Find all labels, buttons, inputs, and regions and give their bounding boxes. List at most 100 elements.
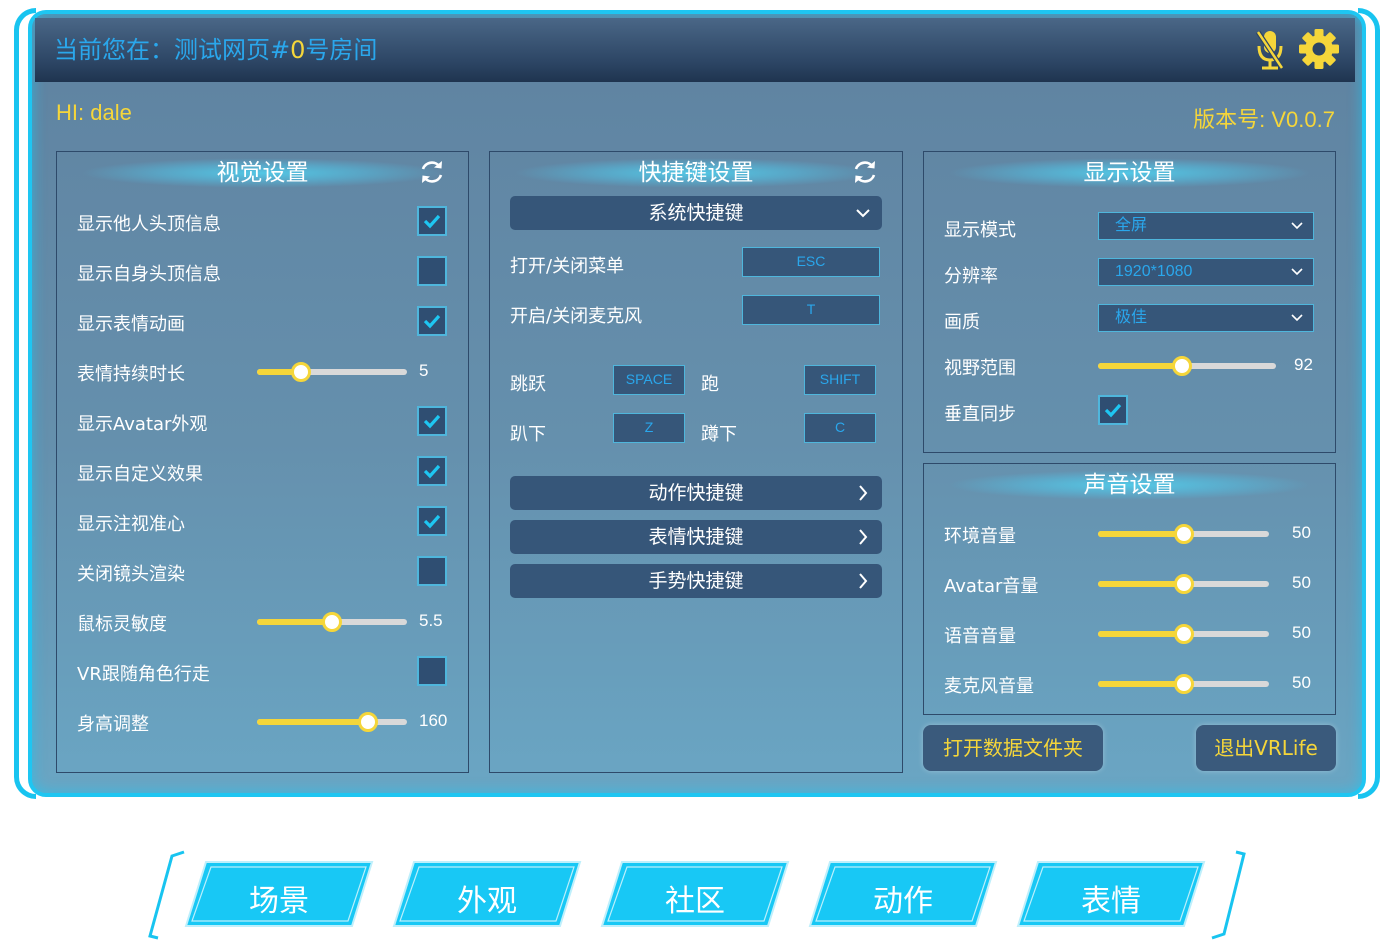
visual-setting-checkbox[interactable] bbox=[417, 456, 447, 486]
visual-setting-slider-knob[interactable] bbox=[322, 612, 342, 632]
visual-settings-title: 视觉设置 bbox=[57, 156, 468, 190]
visual-setting-slider-fill bbox=[257, 619, 332, 625]
vsync-checkbox[interactable] bbox=[1098, 395, 1128, 425]
fov-slider[interactable] bbox=[1098, 356, 1276, 376]
visual-setting-slider-knob[interactable] bbox=[358, 712, 378, 732]
action-hotkeys-button[interactable]: 动作快捷键 bbox=[510, 476, 882, 510]
visual-setting-slider[interactable] bbox=[257, 612, 407, 632]
jump-key[interactable]: SPACE bbox=[613, 365, 685, 395]
sound-setting-label: 语音音量 bbox=[944, 626, 1016, 647]
quality-select[interactable]: 极佳 bbox=[1098, 304, 1314, 332]
tab-scene[interactable]: 场景 bbox=[184, 860, 374, 928]
crouch-key[interactable]: C bbox=[804, 413, 876, 443]
fov-value: 92 bbox=[1294, 355, 1313, 374]
visual-setting-label: 显示自身头顶信息 bbox=[77, 264, 221, 285]
checkmark-icon bbox=[423, 464, 441, 479]
refresh-icon[interactable] bbox=[851, 158, 879, 186]
visual-setting-value: 5.5 bbox=[419, 611, 443, 630]
checkmark-icon bbox=[423, 214, 441, 229]
tab-community[interactable]: 社区 bbox=[600, 860, 790, 928]
visual-setting-label: 鼠标灵敏度 bbox=[77, 614, 167, 635]
gear-icon[interactable] bbox=[1297, 27, 1341, 71]
sound-volume-slider-knob[interactable] bbox=[1173, 524, 1194, 544]
chevron-down-icon bbox=[1291, 222, 1303, 230]
gesture-hotkeys-button[interactable]: 手势快捷键 bbox=[510, 564, 882, 598]
mic-toggle-label: 开启/关闭麦克风 bbox=[510, 306, 643, 327]
tab-emotes[interactable]: 表情 bbox=[1016, 860, 1206, 928]
chevron-down-icon bbox=[856, 209, 870, 218]
refresh-icon[interactable] bbox=[418, 158, 446, 186]
visual-setting-checkbox[interactable] bbox=[417, 656, 447, 686]
sound-volume-slider[interactable] bbox=[1098, 524, 1269, 544]
open-data-folder-button[interactable]: 打开数据文件夹 bbox=[923, 725, 1103, 771]
visual-setting-checkbox[interactable] bbox=[417, 206, 447, 236]
fov-slider-fill bbox=[1098, 363, 1182, 369]
sound-setting-label: 麦克风音量 bbox=[944, 676, 1034, 697]
display-settings-section: 显示设置 显示模式 全屏 分辨率 1920*1080 画质 极佳 视野范围 92… bbox=[923, 151, 1336, 453]
sound-setting-label: Avatar音量 bbox=[944, 576, 1039, 597]
sound-volume-value: 50 bbox=[1292, 523, 1311, 542]
jump-label: 跳跃 bbox=[510, 374, 546, 395]
tab-actions[interactable]: 动作 bbox=[808, 860, 998, 928]
sound-setting-label: 环境音量 bbox=[944, 526, 1016, 547]
chevron-right-icon bbox=[859, 485, 868, 501]
prone-key[interactable]: Z bbox=[613, 413, 685, 443]
visual-setting-label: 显示表情动画 bbox=[77, 314, 185, 335]
visual-setting-checkbox[interactable] bbox=[417, 306, 447, 336]
prone-label: 趴下 bbox=[510, 424, 546, 445]
sound-volume-slider-knob[interactable] bbox=[1173, 574, 1194, 594]
sound-volume-slider[interactable] bbox=[1098, 624, 1269, 644]
sound-volume-slider[interactable] bbox=[1098, 674, 1269, 694]
tab-label: 场景 bbox=[249, 884, 309, 919]
visual-setting-slider[interactable] bbox=[257, 362, 407, 382]
visual-setting-checkbox[interactable] bbox=[417, 556, 447, 586]
display-settings-title: 显示设置 bbox=[924, 156, 1335, 190]
visual-setting-checkbox[interactable] bbox=[417, 256, 447, 286]
room-number: 0 bbox=[290, 36, 306, 64]
tab-label: 动作 bbox=[873, 884, 933, 919]
visual-setting-checkbox[interactable] bbox=[417, 506, 447, 536]
visual-setting-slider-knob[interactable] bbox=[290, 362, 311, 382]
sound-volume-slider-knob[interactable] bbox=[1173, 674, 1194, 694]
visual-setting-checkbox[interactable] bbox=[417, 406, 447, 436]
sound-volume-slider-fill bbox=[1098, 581, 1184, 587]
visual-setting-value: 160 bbox=[419, 711, 448, 730]
sound-volume-slider-fill bbox=[1098, 631, 1184, 637]
checkmark-icon bbox=[423, 414, 441, 429]
tab-appearance[interactable]: 外观 bbox=[392, 860, 582, 928]
sound-volume-slider-knob[interactable] bbox=[1173, 624, 1194, 644]
visual-setting-slider[interactable] bbox=[257, 712, 407, 732]
checkmark-icon bbox=[423, 514, 441, 529]
mic-toggle-key[interactable]: T bbox=[742, 295, 880, 325]
sound-volume-value: 50 bbox=[1292, 673, 1311, 692]
resolution-select[interactable]: 1920*1080 bbox=[1098, 258, 1314, 286]
fov-slider-knob[interactable] bbox=[1171, 356, 1192, 376]
display-mode-select[interactable]: 全屏 bbox=[1098, 212, 1314, 240]
tab-label: 社区 bbox=[665, 884, 725, 919]
sound-volume-slider-fill bbox=[1098, 531, 1184, 537]
exit-vrlife-button[interactable]: 退出VRLife bbox=[1196, 725, 1336, 771]
menu-toggle-key[interactable]: ESC bbox=[742, 247, 880, 277]
visual-settings-section: 视觉设置 显示他人头顶信息 显示自身头顶信息 显示表情动画 表情持续时长 5 显示Avat… bbox=[56, 151, 469, 773]
hotkey-settings-section: 快捷键设置 系统快捷键 打开/关闭菜单 ESC 开启/关闭麦克风 T 跳跃 SP… bbox=[489, 151, 903, 773]
sound-volume-slider-fill bbox=[1098, 681, 1184, 687]
visual-setting-value: 5 bbox=[419, 361, 429, 380]
title-bar: 当前您在：测试网页#0号房间 bbox=[35, 18, 1355, 82]
quality-label: 画质 bbox=[944, 312, 980, 333]
tab-label: 表情 bbox=[1081, 884, 1141, 919]
system-hotkeys-dropdown[interactable]: 系统快捷键 bbox=[510, 196, 882, 230]
visual-setting-label: 显示他人头顶信息 bbox=[77, 214, 221, 235]
visual-setting-label: 显示Avatar外观 bbox=[77, 414, 208, 435]
chevron-down-icon bbox=[1291, 268, 1303, 276]
chevron-right-icon bbox=[859, 573, 868, 589]
visual-setting-label: VR跟随角色行走 bbox=[77, 664, 210, 685]
mic-muted-icon[interactable] bbox=[1255, 28, 1285, 72]
run-key[interactable]: SHIFT bbox=[804, 365, 876, 395]
resolution-label: 分辨率 bbox=[944, 266, 998, 287]
hotkey-settings-title: 快捷键设置 bbox=[490, 156, 902, 190]
visual-setting-label: 关闭镜头渲染 bbox=[77, 564, 185, 585]
sound-volume-slider[interactable] bbox=[1098, 574, 1269, 594]
tab-label: 外观 bbox=[457, 884, 517, 919]
version-text: 版本号: V0.0.7 bbox=[1193, 107, 1335, 132]
emote-hotkeys-button[interactable]: 表情快捷键 bbox=[510, 520, 882, 554]
